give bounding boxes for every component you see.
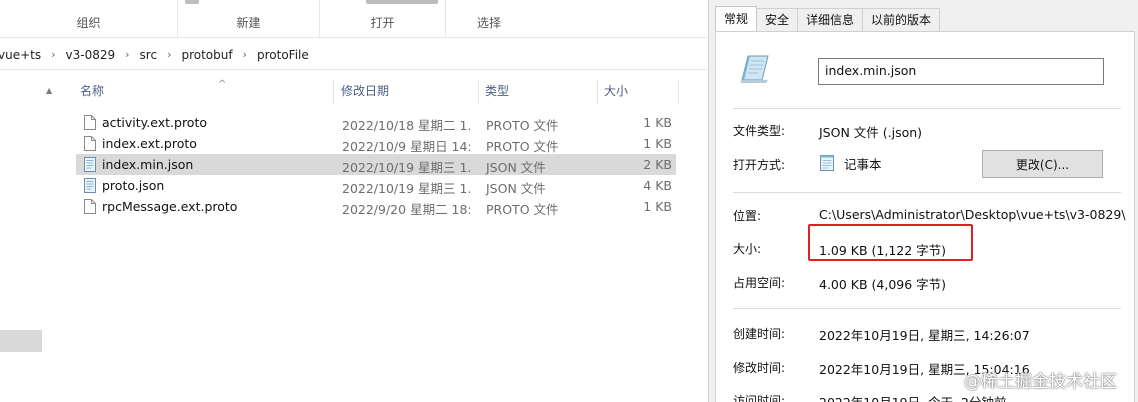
disk-size-value: 4.00 KB (4,096 字节) <box>819 277 947 292</box>
separator <box>733 308 1121 309</box>
file-list[interactable]: 名称 ^ 修改日期 类型 大小 activity.ext.proto 2022/… <box>62 72 708 402</box>
table-row-selected[interactable]: index.min.json 2022/10/19 星期三 1... JSON … <box>76 154 676 175</box>
file-size: 1 KB <box>643 136 672 151</box>
file-size: 1 KB <box>643 115 672 130</box>
nav-selected-item[interactable] <box>0 330 42 352</box>
column-divider[interactable] <box>478 80 479 104</box>
ribbon-group-label: 打开 <box>370 16 395 30</box>
column-header-date[interactable]: 修改日期 <box>341 82 389 99</box>
open-with-value: 记事本 <box>844 157 882 172</box>
chevron-right-icon[interactable]: › <box>51 48 55 61</box>
tab-general[interactable]: 常规 <box>715 6 758 31</box>
table-row[interactable]: rpcMessage.ext.proto 2022/9/20 星期二 18:..… <box>76 196 676 217</box>
address-bar[interactable]: vue+ts › v3-0829 › src › protobuf › prot… <box>0 40 708 70</box>
column-header-name-label: 名称 <box>80 84 105 98</box>
disk-size-label: 占用空间: <box>733 276 786 290</box>
column-header-type[interactable]: 类型 <box>485 82 509 99</box>
breadcrumb-src[interactable]: src <box>140 48 158 62</box>
tab-details[interactable]: 详细信息 <box>797 8 864 31</box>
modified-label: 修改时间: <box>733 361 786 375</box>
location-label: 位置: <box>733 209 762 223</box>
ribbon-group-label: 选择 <box>476 16 501 30</box>
navigation-pane[interactable]: ▲ <box>0 72 58 402</box>
column-divider[interactable] <box>678 80 679 104</box>
general-tab-panel: index.min.json 文件类型: JSON 文件 (.json) 打开方… <box>715 31 1135 402</box>
chevron-right-icon[interactable]: › <box>167 48 171 61</box>
file-date: 2022/10/9 星期日 14:... <box>342 139 470 154</box>
created-label: 创建时间: <box>733 327 786 341</box>
ribbon-group-select[interactable]: 选择 <box>446 0 532 38</box>
properties-tabs: 常规 安全 详细信息 以前的版本 <box>715 6 941 32</box>
file-type-label: 文件类型: <box>733 124 786 138</box>
file-type: JSON 文件 <box>486 160 546 175</box>
open-with-label: 打开方式: <box>733 158 786 172</box>
scroll-up-arrow-icon[interactable]: ▲ <box>46 86 52 95</box>
table-row[interactable]: proto.json 2022/10/19 星期三 1... JSON 文件 4… <box>76 175 676 196</box>
file-date: 2022/10/19 星期三 1... <box>342 181 470 196</box>
location-value: C:\Users\Administrator\Desktop\vue+ts\v3… <box>819 207 1126 222</box>
ribbon-group-organize[interactable]: 组织 <box>0 0 178 38</box>
sort-ascending-icon: ^ <box>218 79 227 90</box>
filename-input[interactable]: index.min.json <box>818 58 1104 85</box>
file-date: 2022/10/18 星期二 1... <box>342 118 470 133</box>
file-type: JSON 文件 <box>486 181 546 196</box>
json-file-icon <box>84 157 96 172</box>
chevron-right-icon[interactable]: › <box>125 48 129 61</box>
table-row[interactable]: activity.ext.proto 2022/10/18 星期二 1... P… <box>76 112 676 133</box>
breadcrumb-vue-ts[interactable]: vue+ts <box>0 48 41 62</box>
column-header-size[interactable]: 大小 <box>604 82 628 99</box>
change-button[interactable]: 更改(C)... <box>982 150 1103 178</box>
breadcrumb-protofile[interactable]: protoFile <box>257 48 309 62</box>
document-icon <box>84 115 96 130</box>
file-type: PROTO 文件 <box>486 118 559 133</box>
file-size: 4 KB <box>643 178 672 193</box>
created-value: 2022年10月19日, 星期三, 14:26:07 <box>819 328 1030 343</box>
file-type-value: JSON 文件 (.json) <box>819 125 923 140</box>
tab-security[interactable]: 安全 <box>756 8 799 31</box>
ribbon: 组织 新建 打开 选择 <box>0 0 708 38</box>
properties-dialog: 常规 安全 详细信息 以前的版本 index.min.json 文件类型: JS… <box>708 0 1138 402</box>
file-name: activity.ext.proto <box>102 115 208 130</box>
ribbon-group-label: 新建 <box>236 16 261 30</box>
notepad-icon <box>820 155 834 171</box>
ribbon-group-new[interactable]: 新建 <box>178 0 320 38</box>
explorer-window: 组织 新建 打开 选择 vue+ts › v3-0829 › src › pro… <box>0 0 708 402</box>
file-date: 2022/9/20 星期二 18:... <box>342 202 470 217</box>
nav-scrollbar[interactable]: ▲ <box>44 80 58 402</box>
file-size: 2 KB <box>643 157 672 172</box>
file-size: 1 KB <box>643 199 672 214</box>
file-name: proto.json <box>102 178 165 193</box>
json-file-icon <box>84 178 96 193</box>
file-name: index.ext.proto <box>102 136 197 151</box>
file-name: rpcMessage.ext.proto <box>102 199 238 214</box>
breadcrumb-v3-0829[interactable]: v3-0829 <box>66 48 116 62</box>
size-highlight-box <box>808 224 973 261</box>
separator <box>733 192 1121 193</box>
json-file-large-icon <box>740 55 769 83</box>
file-date: 2022/10/19 星期三 1... <box>342 160 470 175</box>
column-header-name[interactable]: 名称 ^ <box>80 79 226 99</box>
separator <box>733 108 1121 109</box>
column-divider[interactable] <box>333 80 334 104</box>
document-icon <box>84 199 96 214</box>
watermark: @稀土掘金技术社区 <box>964 372 1117 392</box>
file-type: PROTO 文件 <box>486 202 559 217</box>
document-icon <box>84 136 96 151</box>
file-name: index.min.json <box>102 157 194 172</box>
accessed-value: 2022年10月19日, 今天, 2分钟前 <box>819 392 1006 402</box>
size-label: 大小: <box>733 242 762 256</box>
tab-previous-versions[interactable]: 以前的版本 <box>862 8 941 31</box>
column-divider[interactable] <box>597 80 598 104</box>
table-row[interactable]: index.ext.proto 2022/10/9 星期日 14:... PRO… <box>76 133 676 154</box>
ribbon-group-open[interactable]: 打开 <box>320 0 446 38</box>
ribbon-group-label: 组织 <box>76 16 101 30</box>
breadcrumb-protobuf[interactable]: protobuf <box>181 48 232 62</box>
file-type: PROTO 文件 <box>486 139 559 154</box>
accessed-label: 访问时间: <box>733 394 786 402</box>
chevron-right-icon[interactable]: › <box>243 48 247 61</box>
